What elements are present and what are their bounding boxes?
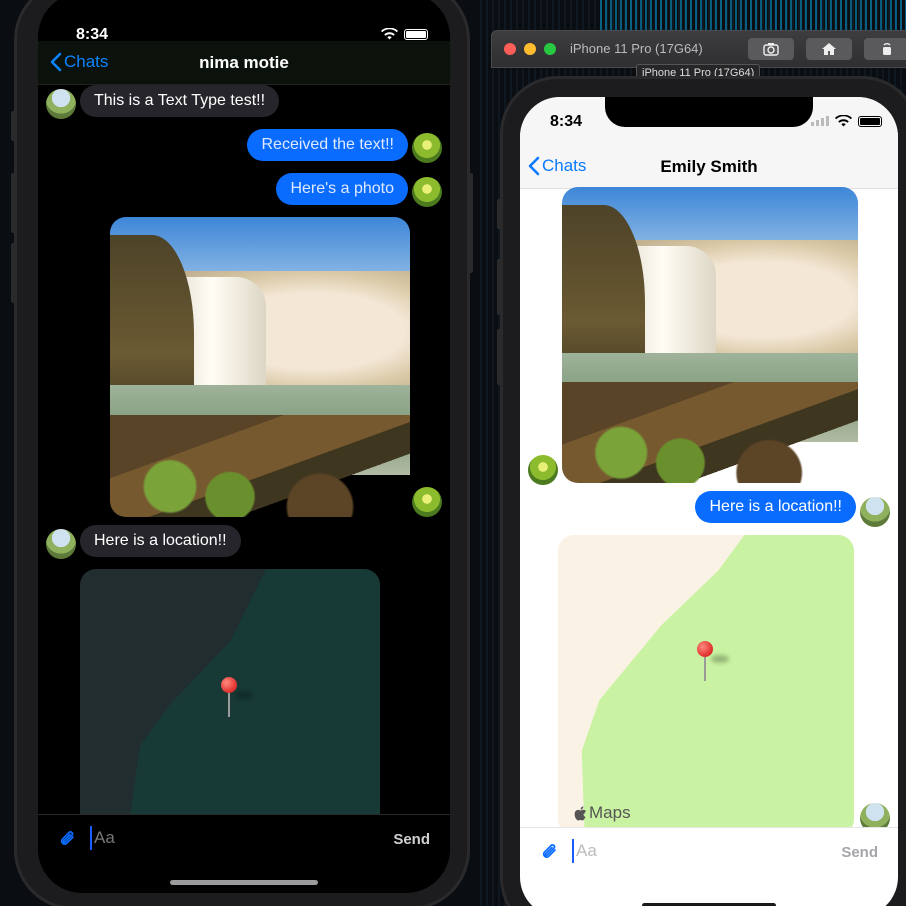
simulator-titlebar: iPhone 11 Pro (17G64) bbox=[491, 30, 906, 68]
avatar[interactable] bbox=[412, 133, 442, 163]
battery-icon bbox=[858, 115, 882, 127]
avatar[interactable] bbox=[412, 487, 442, 517]
message-input-bar: Aa Send bbox=[520, 827, 898, 873]
close-window-button[interactable] bbox=[504, 43, 516, 55]
text-caret bbox=[572, 839, 574, 863]
camera-icon bbox=[763, 43, 779, 56]
message-bubble-incoming[interactable]: Here is a location!! bbox=[80, 525, 241, 557]
message-input-bar: Aa Send bbox=[38, 814, 450, 860]
message-list[interactable]: This is a Text Type test!! Received the … bbox=[38, 85, 450, 829]
map-pin-icon bbox=[697, 641, 729, 681]
volume-down-button bbox=[497, 329, 502, 385]
notch bbox=[605, 97, 813, 127]
avatar[interactable] bbox=[46, 89, 76, 119]
input-placeholder: Aa bbox=[576, 841, 597, 860]
avatar[interactable] bbox=[860, 497, 890, 527]
minimize-window-button[interactable] bbox=[524, 43, 536, 55]
notch bbox=[139, 0, 349, 21]
zoom-window-button[interactable] bbox=[544, 43, 556, 55]
battery-icon bbox=[404, 28, 428, 40]
location-map-message[interactable] bbox=[80, 569, 380, 829]
paperclip-icon[interactable] bbox=[540, 842, 560, 862]
power-button bbox=[468, 173, 473, 273]
text-caret bbox=[90, 826, 92, 850]
apple-maps-attribution: Maps bbox=[574, 803, 631, 823]
dark-phone-screen: 8:34 Chats nima motie This is a Text Typ… bbox=[38, 0, 450, 893]
message-bubble-outgoing[interactable]: Received the text!! bbox=[247, 129, 408, 161]
dark-phone-device: 8:34 Chats nima motie This is a Text Typ… bbox=[11, 0, 473, 906]
home-icon bbox=[822, 43, 836, 55]
chat-title: nima motie bbox=[199, 53, 289, 72]
status-time: 8:34 bbox=[550, 113, 583, 130]
avatar[interactable] bbox=[412, 177, 442, 207]
message-bubble-outgoing[interactable]: Here's a photo bbox=[276, 173, 408, 205]
avatar[interactable] bbox=[528, 455, 558, 485]
apple-logo-icon bbox=[574, 805, 586, 820]
home-button[interactable] bbox=[806, 38, 852, 60]
rotate-icon bbox=[883, 43, 891, 55]
avatar[interactable] bbox=[46, 529, 76, 559]
screenshot-button[interactable] bbox=[748, 38, 794, 60]
silent-switch bbox=[11, 111, 16, 141]
maps-label: Maps bbox=[589, 803, 631, 822]
message-bubble-incoming[interactable]: This is a Text Type test!! bbox=[80, 85, 280, 117]
light-phone-screen: 8:34 Chats Emily Smith Here is a locatio… bbox=[520, 97, 898, 906]
home-indicator bbox=[170, 880, 318, 885]
window-controls bbox=[504, 43, 556, 55]
photo-message[interactable] bbox=[110, 217, 410, 517]
wifi-icon bbox=[835, 115, 852, 127]
chat-title: Emily Smith bbox=[660, 157, 758, 176]
status-icons bbox=[381, 28, 428, 40]
location-map-message[interactable]: Maps bbox=[558, 535, 854, 835]
simulator-title: iPhone 11 Pro (17G64) bbox=[570, 41, 703, 56]
volume-up-button bbox=[11, 173, 16, 233]
wifi-icon bbox=[381, 28, 398, 40]
volume-up-button bbox=[497, 259, 502, 315]
message-input[interactable]: Aa bbox=[572, 838, 852, 864]
light-phone-device: 8:34 Chats Emily Smith Here is a locatio… bbox=[497, 76, 906, 906]
map-pin-icon bbox=[221, 677, 253, 717]
rotate-button[interactable] bbox=[864, 38, 906, 60]
paperclip-icon[interactable] bbox=[58, 829, 78, 849]
volume-down-button bbox=[11, 243, 16, 303]
nav-bar: Chats Emily Smith bbox=[520, 145, 898, 189]
message-bubble-outgoing[interactable]: Here is a location!! bbox=[695, 491, 856, 523]
signal-icon bbox=[811, 116, 829, 126]
simulator-toolbar bbox=[748, 38, 906, 60]
message-list[interactable]: Here is a location!! Maps bbox=[520, 187, 898, 835]
nav-bar: Chats nima motie bbox=[38, 41, 450, 85]
send-button[interactable]: Send bbox=[393, 831, 430, 848]
photo-message[interactable] bbox=[562, 187, 858, 483]
silent-switch bbox=[497, 199, 502, 229]
status-icons bbox=[811, 115, 882, 127]
send-button[interactable]: Send bbox=[841, 844, 878, 861]
message-input[interactable]: Aa bbox=[90, 825, 370, 851]
input-placeholder: Aa bbox=[94, 828, 115, 847]
